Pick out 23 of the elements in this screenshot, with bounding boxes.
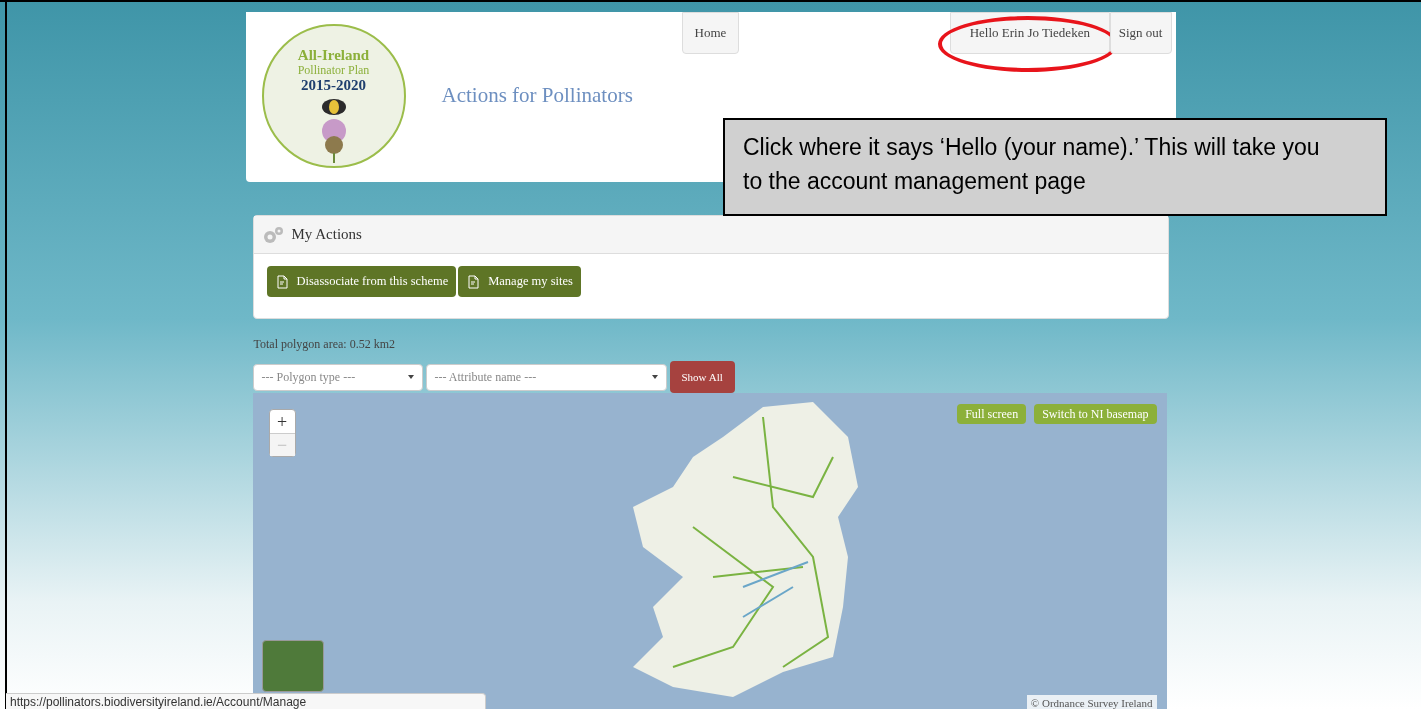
callout-text: Click where it says ‘Hello (your name).’ This will take you to the account management page (743, 134, 1320, 194)
select-field[interactable]: --- Polygon type --- (252, 363, 423, 391)
show-all-button[interactable]: Show All (669, 361, 735, 393)
orthophoto-thumbnail[interactable] (261, 640, 324, 692)
site-title: Actions for Pollinators (441, 82, 633, 109)
total-area-text: Total polygon area: 0.52 km2 (253, 336, 396, 353)
logo-subtitle: Pollinator Plan (297, 63, 370, 78)
action-button[interactable]: Manage my sites (458, 266, 581, 297)
dropdown-caret-icon (651, 375, 658, 379)
logo-title: All-Ireland (297, 48, 370, 63)
dropdown-caret-icon (407, 375, 414, 379)
logo-years: 2015-2020 (301, 78, 366, 93)
document-icon (274, 274, 289, 289)
nav-link[interactable]: Sign out (1109, 12, 1172, 54)
select-field[interactable]: --- Attribute name --- (425, 363, 667, 391)
action-button[interactable]: Disassociate from this scheme (266, 266, 457, 297)
document-icon (466, 274, 481, 289)
map-attribution: © Ordnance Survey Ireland (1026, 694, 1157, 709)
nav-link[interactable]: Home (681, 12, 740, 54)
nav-link[interactable]: Hello Erin Jo Tiedeken (949, 12, 1110, 54)
panel-title: My Actions (291, 225, 362, 245)
gears-icon (261, 224, 284, 245)
status-bar-url: https://pollinators.biodiversityireland.ie/Account/Manage (6, 693, 486, 709)
